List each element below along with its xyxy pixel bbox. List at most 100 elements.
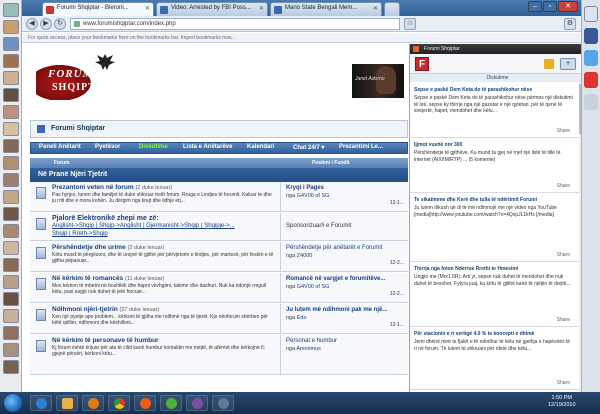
close-tab-icon[interactable]: ✕: [259, 5, 264, 12]
back-button[interactable]: ◀: [26, 18, 38, 30]
sidebar-title: Forumi Shqiptar: [424, 46, 460, 52]
dock-avatar-icon[interactable]: [3, 326, 19, 340]
app-icon[interactable]: [584, 72, 598, 88]
table-header: Forum Postimi i Fundit: [30, 158, 408, 168]
dock-avatar-icon[interactable]: [3, 156, 19, 170]
facebook-icon[interactable]: [584, 28, 598, 44]
dock-avatar-icon[interactable]: [3, 309, 19, 323]
menu-item-paneli[interactable]: Paneli Anëtarit: [39, 144, 81, 150]
last-post-link[interactable]: Përshëndetje për anëtarët e Forumit: [286, 245, 382, 251]
dock-avatar-icon[interactable]: [3, 241, 19, 255]
dock-avatar-icon[interactable]: [3, 122, 19, 136]
close-tab-icon[interactable]: ✕: [145, 5, 150, 12]
tab-forumi[interactable]: Forumi Shqiptar - Bleroni... ✕: [42, 2, 154, 16]
dock-app-icon[interactable]: [3, 3, 19, 17]
forum-status-icon: [36, 340, 46, 352]
dock-avatar-icon[interactable]: [3, 207, 19, 221]
forum-link[interactable]: Në kërkim të personave të humbur: [52, 337, 159, 344]
post-title[interactable]: Sepse e paskë Dem Keta do të parashikohu…: [414, 87, 574, 93]
dock-avatar-icon[interactable]: [3, 275, 19, 289]
banner-image[interactable]: Janet Adorno: [352, 64, 404, 98]
dock-app-icon[interactable]: [3, 20, 19, 34]
tab-mario[interactable]: Mario State Bengali Mem... ✕: [270, 2, 382, 16]
clock-date: 12/19/2010: [548, 402, 576, 408]
post-title[interactable]: Ijjmot vushë nnr 300: [414, 142, 574, 148]
new-tab-button[interactable]: [384, 2, 400, 16]
share-link[interactable]: Share: [557, 128, 570, 134]
banner-signature: Janet Adorno: [355, 76, 385, 82]
subforum-links[interactable]: Shqip | Rreth->Shqip: [52, 231, 108, 237]
dock-avatar-icon[interactable]: [3, 292, 19, 306]
star-icon[interactable]: [544, 59, 554, 69]
dock-avatar-icon[interactable]: [3, 105, 19, 119]
dock-avatar-icon[interactable]: [3, 173, 19, 187]
close-tab-icon[interactable]: ✕: [373, 5, 378, 12]
forward-button[interactable]: ▶: [40, 18, 52, 30]
dock-avatar-icon[interactable]: [3, 190, 19, 204]
share-link[interactable]: Share: [557, 380, 570, 386]
maximize-button[interactable]: ▫: [543, 1, 557, 12]
dock-avatar-icon[interactable]: [3, 224, 19, 238]
clock[interactable]: 1:50 PM 12/19/2010: [548, 395, 576, 409]
minimize-button[interactable]: –: [528, 1, 542, 12]
page-title[interactable]: Forumi Shqiptar: [51, 125, 105, 132]
subforum-links[interactable]: Anglisht->Shqip | Shqip->Anglisht | Gjer…: [52, 223, 235, 229]
taskbar-media[interactable]: [82, 395, 104, 411]
app-icon[interactable]: [584, 94, 598, 110]
menu-item-chat[interactable]: Chat 24/7 ▾: [293, 144, 324, 151]
post-title[interactable]: Për stacionin e ri vertigë 4.0 % te konc…: [414, 331, 574, 337]
dock-close-icon[interactable]: [584, 6, 598, 22]
dock-avatar-icon[interactable]: [3, 54, 19, 68]
dock-avatar-icon[interactable]: [3, 88, 19, 102]
menu-item-diskutime[interactable]: Diskutime: [139, 144, 168, 150]
feed-logo-icon[interactable]: F: [415, 57, 429, 71]
taskbar-chrome[interactable]: [108, 395, 130, 411]
dock-app-icon[interactable]: [3, 37, 19, 51]
last-post-link[interactable]: Personat e humbur: [286, 338, 337, 344]
subscribe-button[interactable]: +: [560, 58, 576, 70]
last-post-link[interactable]: Kryqi i Pages: [286, 185, 324, 191]
dock-avatar-icon[interactable]: [3, 71, 19, 85]
forum-link[interactable]: Përshëndetje dhe urime (2 duke lexuar): [52, 244, 164, 251]
taskbar-explorer[interactable]: [56, 395, 78, 411]
tab-video[interactable]: Video: Arrested by FBI Poss... ✕: [156, 2, 268, 16]
address-bar[interactable]: www.forumishqiptar.com/index.php: [70, 18, 400, 30]
taskbar-ie[interactable]: [30, 395, 52, 411]
share-link[interactable]: Share: [557, 317, 570, 323]
start-button[interactable]: [4, 394, 22, 412]
dock-avatar-icon[interactable]: [3, 139, 19, 153]
post-title[interactable]: Te sikatimme dhe Kerë dhe tulla të ndërt…: [414, 197, 574, 203]
menu-item-pyetesor[interactable]: Pyetësor: [95, 144, 120, 150]
wrench-icon[interactable]: ⚙: [564, 18, 576, 30]
reload-button[interactable]: ↻: [54, 18, 66, 30]
menu-item-prezantimi[interactable]: Prezantimi Le...: [339, 144, 383, 150]
menu-item-lista[interactable]: Lista e Anëtarëve: [183, 144, 232, 150]
last-post-link[interactable]: Romancë në vargjet e forumitëve...: [286, 276, 385, 282]
dock-avatar-icon[interactable]: [3, 343, 19, 357]
forum-link[interactable]: Në kërkim të romancës (11 duke lexuar): [52, 275, 164, 282]
share-link[interactable]: Share: [557, 183, 570, 189]
bookmark-star-icon[interactable]: ☆: [404, 18, 416, 30]
dock-avatar-icon[interactable]: [3, 360, 19, 374]
close-window-button[interactable]: ✕: [558, 1, 578, 12]
forum-link[interactable]: Ndihmoni njëri-tjetrin (27 duke lexuar): [52, 306, 159, 313]
taskbar-app[interactable]: [212, 395, 234, 411]
left-dock: [0, 0, 22, 392]
forum-link[interactable]: Pjalorë Elektronikë zhepi me zë:: [52, 215, 159, 222]
forum-status-icon: [36, 278, 46, 290]
taskbar-app[interactable]: [186, 395, 208, 411]
menu-item-kalendari[interactable]: Kalendari: [247, 144, 274, 150]
category-header[interactable]: Në Pranë Njëri Tjetrit: [30, 168, 408, 182]
forum-description: Ken një pyetje apo problem... kërkoni të…: [52, 314, 268, 326]
post-title[interactable]: Thirrja nga foton Nderrue Rrethi te Hmes…: [414, 266, 574, 272]
taskbar-firefox[interactable]: [134, 395, 156, 411]
taskbar: 1:50 PM 12/19/2010: [0, 392, 600, 414]
last-post-author: nga Anonimus: [286, 346, 321, 352]
twitter-icon[interactable]: [584, 50, 598, 66]
dock-avatar-icon[interactable]: [3, 258, 19, 272]
last-post-link[interactable]: Ju lutem më ndihmoni pak me një...: [286, 307, 387, 313]
share-link[interactable]: Share: [557, 252, 570, 258]
forum-link[interactable]: Prezantoni veten në forum (2 duke lexuar…: [52, 184, 172, 191]
last-post-date: 12-2...: [389, 291, 404, 297]
taskbar-utorrent[interactable]: [160, 395, 182, 411]
